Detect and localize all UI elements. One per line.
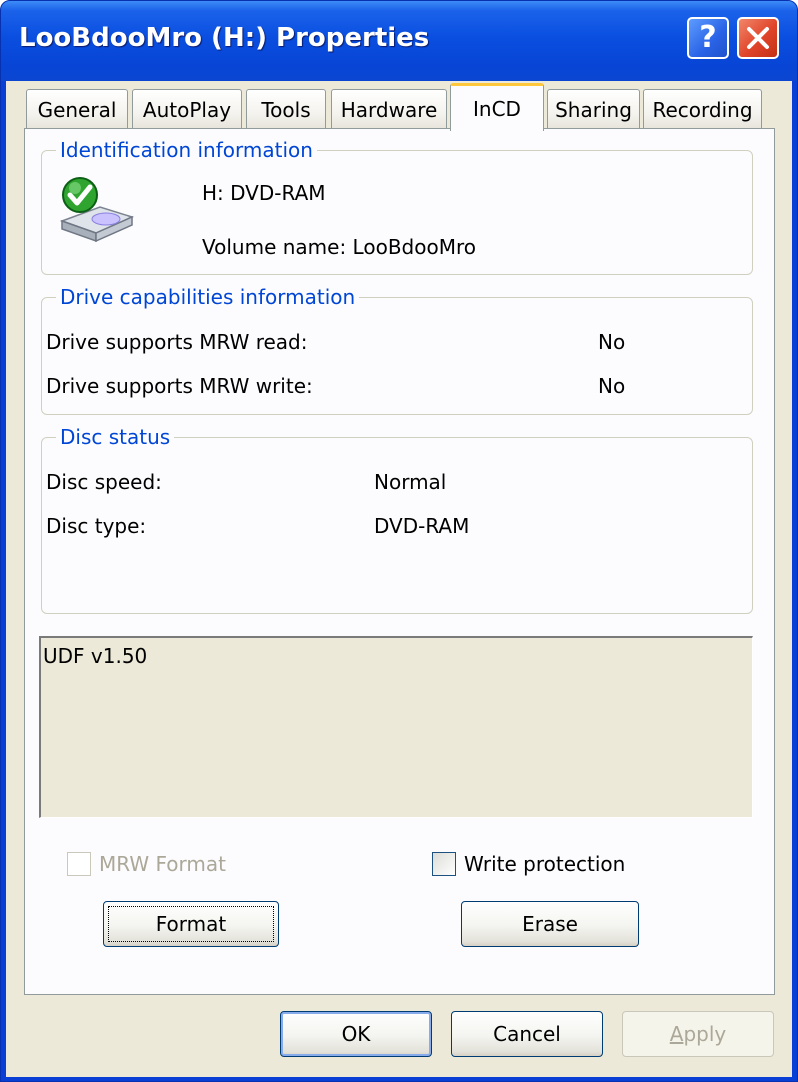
properties-window: LooBdooMro (H:) Properties ? General Aut… [0, 0, 798, 1082]
mrw-write-label: Drive supports MRW write: [46, 374, 313, 398]
mrw-write-value: No [598, 374, 626, 398]
question-mark-icon: ? [699, 20, 717, 55]
disc-speed-value: Normal [374, 470, 447, 494]
disc-type-label: Disc type: [46, 514, 147, 538]
mrw-read-label: Drive supports MRW read: [46, 330, 308, 354]
ok-button[interactable]: OK [280, 1011, 432, 1057]
capabilities-group-title: Drive capabilities information [56, 285, 360, 309]
write-protection-checkbox[interactable]: Write protection [432, 852, 625, 876]
mrw-format-label: MRW Format [99, 852, 226, 876]
write-protection-check-square [432, 852, 456, 876]
disc-status-group: Disc status Disc speed: Normal Disc type… [41, 425, 753, 614]
disc-status-group-title: Disc status [56, 425, 175, 449]
identification-group-title: Identification information [56, 138, 317, 162]
drive-letter-type: H: DVD-RAM [202, 181, 326, 205]
window-title: LooBdooMro (H:) Properties [19, 23, 430, 53]
tab-sharing[interactable]: Sharing [547, 89, 640, 129]
cancel-button[interactable]: Cancel [451, 1011, 603, 1057]
format-button[interactable]: Format [103, 901, 279, 947]
dialog-body: General AutoPlay Tools Hardware InCD Sha… [6, 81, 792, 1077]
incd-tab-panel: Identification information H: DVD-RAM Vo… [24, 128, 775, 995]
tab-recording[interactable]: Recording [643, 89, 762, 129]
mrw-read-value: No [598, 330, 626, 354]
disc-type-value: DVD-RAM [374, 514, 470, 538]
tab-hardware[interactable]: Hardware [331, 89, 447, 129]
tab-incd[interactable]: InCD [450, 83, 544, 131]
volume-name: Volume name: LooBdooMro [202, 235, 476, 259]
write-protection-label: Write protection [464, 852, 626, 876]
tab-autoplay[interactable]: AutoPlay [132, 89, 242, 129]
apply-mnemonic: A [669, 1022, 684, 1046]
apply-button[interactable]: Apply [622, 1011, 774, 1057]
filesystem-version: UDF v1.50 [43, 644, 148, 668]
close-button[interactable] [737, 17, 779, 59]
tab-general[interactable]: General [26, 89, 128, 129]
close-icon [747, 27, 769, 49]
filesystem-info-box[interactable]: UDF v1.50 [39, 636, 753, 818]
title-bar[interactable]: LooBdooMro (H:) Properties ? [1, 1, 797, 81]
drive-check-icon [59, 177, 135, 243]
drive-capabilities-group: Drive capabilities information Drive sup… [41, 285, 753, 415]
help-button[interactable]: ? [687, 17, 729, 59]
tab-tools[interactable]: Tools [246, 89, 326, 129]
apply-label-rest: pply [683, 1022, 727, 1046]
erase-button[interactable]: Erase [461, 901, 639, 947]
mrw-format-checkbox[interactable]: MRW Format [67, 852, 226, 876]
disc-speed-label: Disc speed: [46, 470, 162, 494]
identification-group: Identification information H: DVD-RAM Vo… [41, 138, 753, 275]
mrw-format-check-square [67, 852, 91, 876]
